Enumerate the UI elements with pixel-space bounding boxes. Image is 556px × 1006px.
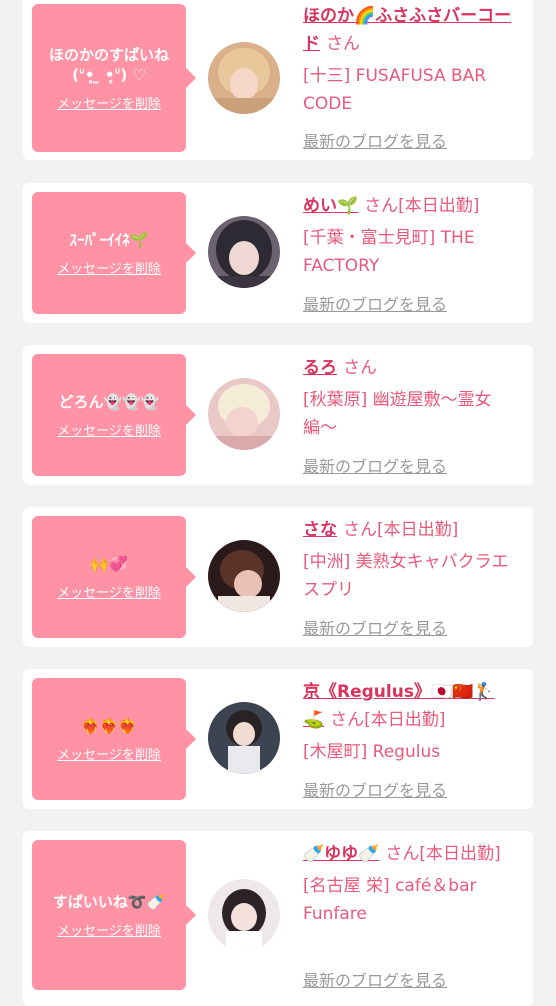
- list-item: ｽｰﾊﾟｰｲｲﾈ🌱 メッセージを削除 めい🌱 さん[本日出勤] [千葉・富士見町]…: [23, 183, 533, 323]
- message-text: すぱいいね➰🍼: [52, 892, 166, 911]
- latest-blog-link[interactable]: 最新のブログを見る: [303, 615, 447, 639]
- attendance-status: [本日出勤]: [364, 710, 446, 730]
- attendance-status: [本日出勤]: [419, 844, 501, 864]
- delete-message-link[interactable]: メッセージを削除: [57, 582, 161, 601]
- attendance-status: [本日出勤]: [377, 520, 459, 540]
- list-item: ❤️‍🔥❤️‍🔥❤️‍🔥 メッセージを削除 京《Regulus》🇯🇵🇨🇳🏌️⛳ さ…: [23, 669, 533, 809]
- avatar[interactable]: [208, 879, 280, 951]
- avatar[interactable]: [208, 216, 280, 288]
- avatar[interactable]: [208, 378, 280, 450]
- cast-info: さな さん[本日出勤] [中洲] 美熟女キャバクラエスプリ: [303, 516, 515, 604]
- message-bubble: すぱいいね➰🍼 メッセージを削除: [32, 840, 196, 990]
- latest-blog-link[interactable]: 最新のブログを見る: [303, 128, 447, 152]
- message-bubble: ❤️‍🔥❤️‍🔥❤️‍🔥 メッセージを削除: [32, 678, 196, 800]
- cast-info: ほのか🌈ふさふさバーコード さん [十三] FUSAFUSA BAR CODE: [303, 2, 515, 118]
- message-text: ❤️‍🔥❤️‍🔥❤️‍🔥: [80, 716, 138, 735]
- message-bubble: どろん👻👻👻 メッセージを削除: [32, 354, 196, 476]
- message-text: ほのかのすぱいね (ᐡ•̥ ̫ •̥ᐡ) ♡: [48, 45, 169, 84]
- honorific: さん: [343, 520, 377, 540]
- cast-info: めい🌱 さん[本日出勤] [千葉・富士見町] THE FACTORY: [303, 192, 515, 280]
- cast-info: 京《Regulus》🇯🇵🇨🇳🏌️⛳ さん[本日出勤] [木屋町] Regulus: [303, 678, 515, 766]
- delete-message-link[interactable]: メッセージを削除: [57, 93, 161, 112]
- latest-blog-link[interactable]: 最新のブログを見る: [303, 967, 447, 991]
- list-item: ほのかのすぱいね (ᐡ•̥ ̫ •̥ᐡ) ♡ メッセージを削除 ほのか🌈ふさふさ…: [23, 0, 533, 160]
- message-text: ｽｰﾊﾟｰｲｲﾈ🌱: [69, 230, 149, 249]
- shop-name: [秋葉原] 幽遊屋敷〜霊女編〜: [303, 390, 492, 438]
- message-bubble: ｽｰﾊﾟｰｲｲﾈ🌱 メッセージを削除: [32, 192, 196, 314]
- attendance-status: [本日出勤]: [398, 196, 480, 216]
- message-bubble: ほのかのすぱいね (ᐡ•̥ ̫ •̥ᐡ) ♡ メッセージを削除: [32, 4, 196, 152]
- shop-name: [千葉・富士見町] THE FACTORY: [303, 228, 475, 276]
- latest-blog-link[interactable]: 最新のブログを見る: [303, 777, 447, 801]
- list-item: 🙌💞 メッセージを削除 さな さん[本日出勤] [中洲] 美熟女キャバクラエスプリ…: [23, 507, 533, 647]
- avatar[interactable]: [208, 702, 280, 774]
- message-text: 🙌💞: [90, 554, 128, 573]
- list-item: すぱいいね➰🍼 メッセージを削除 🍼ゆゆ🍼 さん[本日出勤] [名古屋 栄] ca…: [23, 831, 533, 1006]
- honorific: さん: [326, 34, 360, 54]
- avatar[interactable]: [208, 42, 280, 114]
- message-text: どろん👻👻👻: [58, 392, 160, 411]
- spaiine-message-list: ほのかのすぱいね (ᐡ•̥ ̫ •̥ᐡ) ♡ メッセージを削除 ほのか🌈ふさふさ…: [0, 0, 556, 1006]
- cast-info: 🍼ゆゆ🍼 さん[本日出勤] [名古屋 栄] café＆bar Funfare: [303, 840, 515, 928]
- honorific: さん: [364, 196, 399, 216]
- avatar[interactable]: [208, 540, 280, 612]
- delete-message-link[interactable]: メッセージを削除: [57, 744, 161, 763]
- latest-blog-link[interactable]: 最新のブログを見る: [303, 453, 447, 477]
- shop-name: [木屋町] Regulus: [303, 742, 441, 762]
- honorific: さん: [385, 844, 420, 864]
- cast-name-link[interactable]: さな: [303, 520, 337, 540]
- delete-message-link[interactable]: メッセージを削除: [57, 258, 161, 277]
- message-bubble: 🙌💞 メッセージを削除: [32, 516, 196, 638]
- honorific: さん: [330, 710, 365, 730]
- latest-blog-link[interactable]: 最新のブログを見る: [303, 291, 447, 315]
- honorific: さん: [343, 358, 377, 378]
- shop-name: [名古屋 栄] café＆bar Funfare: [303, 876, 477, 924]
- cast-name-link[interactable]: めい🌱: [303, 196, 358, 216]
- shop-name: [十三] FUSAFUSA BAR CODE: [303, 66, 487, 114]
- cast-name-link[interactable]: 🍼ゆゆ🍼: [303, 844, 379, 864]
- cast-name-link[interactable]: るろ: [303, 358, 337, 378]
- delete-message-link[interactable]: メッセージを削除: [57, 920, 161, 939]
- list-item: どろん👻👻👻 メッセージを削除 るろ さん [秋葉原] 幽遊屋敷〜霊女編〜 最新の…: [23, 345, 533, 485]
- cast-info: るろ さん [秋葉原] 幽遊屋敷〜霊女編〜: [303, 354, 515, 442]
- delete-message-link[interactable]: メッセージを削除: [57, 420, 161, 439]
- shop-name: [中洲] 美熟女キャバクラエスプリ: [303, 552, 509, 600]
